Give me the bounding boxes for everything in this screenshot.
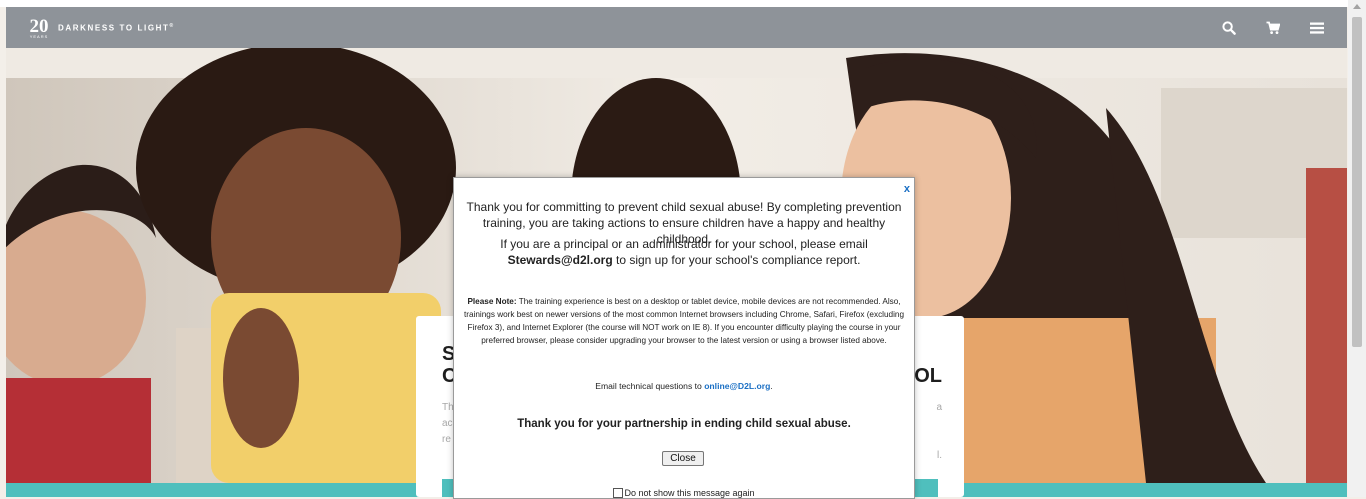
welcome-modal: x Thank you for committing to prevent ch… xyxy=(453,177,915,499)
scroll-up-arrow-icon[interactable] xyxy=(1353,4,1361,9)
dont-show-again-label: Do not show this message again xyxy=(624,488,755,498)
trademark-mark: ® xyxy=(169,23,175,30)
modal-close-button[interactable]: Close xyxy=(662,451,704,466)
page-scrollbar[interactable] xyxy=(1348,0,1366,497)
modal-note-text: Please Note: The training experience is … xyxy=(463,297,905,345)
card-title-line2-end: OL xyxy=(914,365,942,387)
modal-tech-contact: Email technical questions to online@D2L.… xyxy=(595,381,773,391)
anniversary-number: 20 xyxy=(29,15,49,37)
modal-thanks: Thank you for your partnership in ending… xyxy=(517,418,851,430)
search-icon[interactable] xyxy=(1217,16,1241,40)
cart-icon[interactable] xyxy=(1261,16,1285,40)
site-header: 20 YEARS DARKNESS TO LIGHT® xyxy=(6,7,1347,48)
site-logo[interactable]: 20 YEARS DARKNESS TO LIGHT® xyxy=(26,15,175,41)
browser-top-strip xyxy=(0,0,1366,7)
dont-show-again-option[interactable]: Do not show this message again xyxy=(454,487,914,499)
tech-support-email-link[interactable]: online@D2L.org xyxy=(704,381,770,391)
anniversary-badge: 20 YEARS xyxy=(26,17,52,39)
note-label: Please Note: xyxy=(467,297,517,306)
modal-admin-text: If you are a principal or an administrat… xyxy=(500,237,868,267)
header-icons xyxy=(1217,16,1329,40)
anniversary-years-label: YEARS xyxy=(29,33,49,39)
modal-close-x-icon[interactable]: x xyxy=(904,183,910,195)
menu-icon[interactable] xyxy=(1305,16,1329,40)
admin-email: Stewards@d2l.org xyxy=(507,253,613,267)
scrollbar-thumb[interactable] xyxy=(1352,17,1362,347)
logo-wordmark: DARKNESS TO LIGHT® xyxy=(58,23,175,33)
